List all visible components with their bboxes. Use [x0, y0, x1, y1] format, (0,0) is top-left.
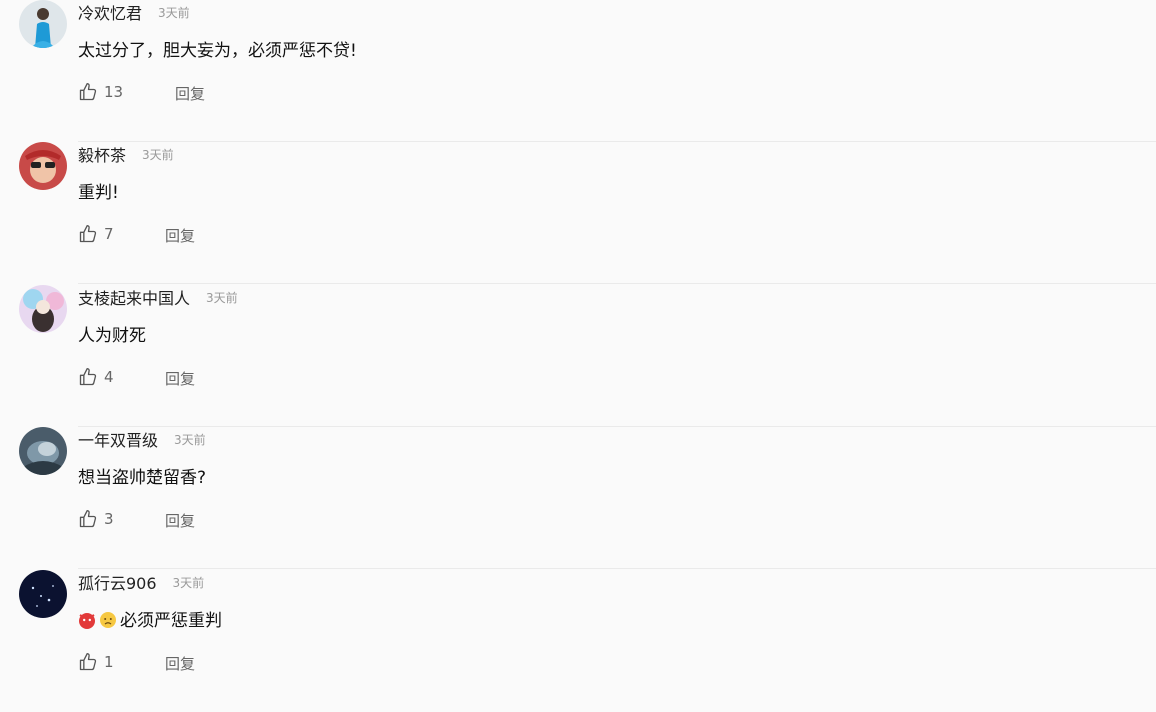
comment-item: 一年双晋级 3天前 想当盗帅楚留香? 3 回复 [0, 427, 1156, 569]
reply-button[interactable]: 回复 [165, 368, 195, 389]
thumbs-up-icon [79, 368, 97, 386]
username[interactable]: 支棱起来中国人 [78, 289, 190, 308]
avatar-image [19, 0, 67, 48]
avatar-image [19, 285, 67, 333]
thumbs-up-icon [79, 510, 97, 528]
timestamp: 3天前 [158, 5, 190, 20]
like-count: 3 [104, 510, 114, 528]
comment-item: 支棱起来中国人 3天前 人为财死 4 回复 [0, 285, 1156, 427]
like-button[interactable]: 13 [78, 82, 123, 102]
like-button[interactable]: 4 [78, 367, 114, 387]
username[interactable]: 毅杯茶 [78, 146, 126, 165]
like-button[interactable]: 3 [78, 509, 114, 529]
reply-button[interactable]: 回复 [175, 83, 205, 104]
reply-button[interactable]: 回复 [165, 653, 195, 674]
comment-item: 孤行云906 3天前 必须严惩重判 1 回复 [0, 570, 1156, 712]
reply-button[interactable]: 回复 [165, 225, 195, 246]
timestamp: 3天前 [174, 432, 206, 447]
avatar[interactable] [19, 427, 67, 475]
avatar[interactable] [19, 285, 67, 333]
timestamp: 3天前 [142, 147, 174, 162]
like-count: 7 [104, 225, 114, 243]
like-button[interactable]: 7 [78, 224, 114, 244]
avatar[interactable] [19, 0, 67, 48]
sad-emoji-icon [100, 612, 116, 628]
username[interactable]: 冷欢忆君 [78, 4, 142, 23]
avatar[interactable] [19, 142, 67, 190]
comment-text: 想当盗帅楚留香? [78, 468, 207, 488]
thumbs-up-icon [79, 653, 97, 671]
timestamp: 3天前 [206, 290, 238, 305]
timestamp: 3天前 [172, 575, 205, 590]
username[interactable]: 孤行云906 [78, 574, 157, 593]
avatar-image [19, 142, 67, 190]
comment-text-content: 必须严惩重判 [120, 611, 222, 631]
thumbs-up-icon [79, 225, 97, 243]
reply-button[interactable]: 回复 [165, 510, 195, 531]
comment-text: 重判! [78, 183, 119, 203]
comment-item: 毅杯茶 3天前 重判! 7 回复 [0, 142, 1156, 284]
like-count: 13 [104, 83, 124, 101]
thumbs-up-icon [79, 83, 97, 101]
comment-text: 太过分了，胆大妄为，必须严惩不贷! [78, 41, 357, 61]
comment-item: 冷欢忆君 3天前 太过分了，胆大妄为，必须严惩不贷! 13 回复 [0, 0, 1156, 142]
like-button[interactable]: 1 [78, 652, 114, 672]
comment-text: 必须严惩重判 [78, 606, 222, 631]
username[interactable]: 一年双晋级 [78, 431, 158, 450]
angry-emoji-icon [79, 613, 95, 629]
avatar-image [19, 427, 67, 475]
like-count: 1 [104, 653, 114, 671]
divider [78, 568, 1156, 569]
comment-text: 人为财死 [78, 326, 146, 346]
avatar-image [19, 570, 67, 618]
avatar[interactable] [19, 570, 67, 618]
like-count: 4 [104, 368, 114, 386]
divider [78, 283, 1156, 284]
